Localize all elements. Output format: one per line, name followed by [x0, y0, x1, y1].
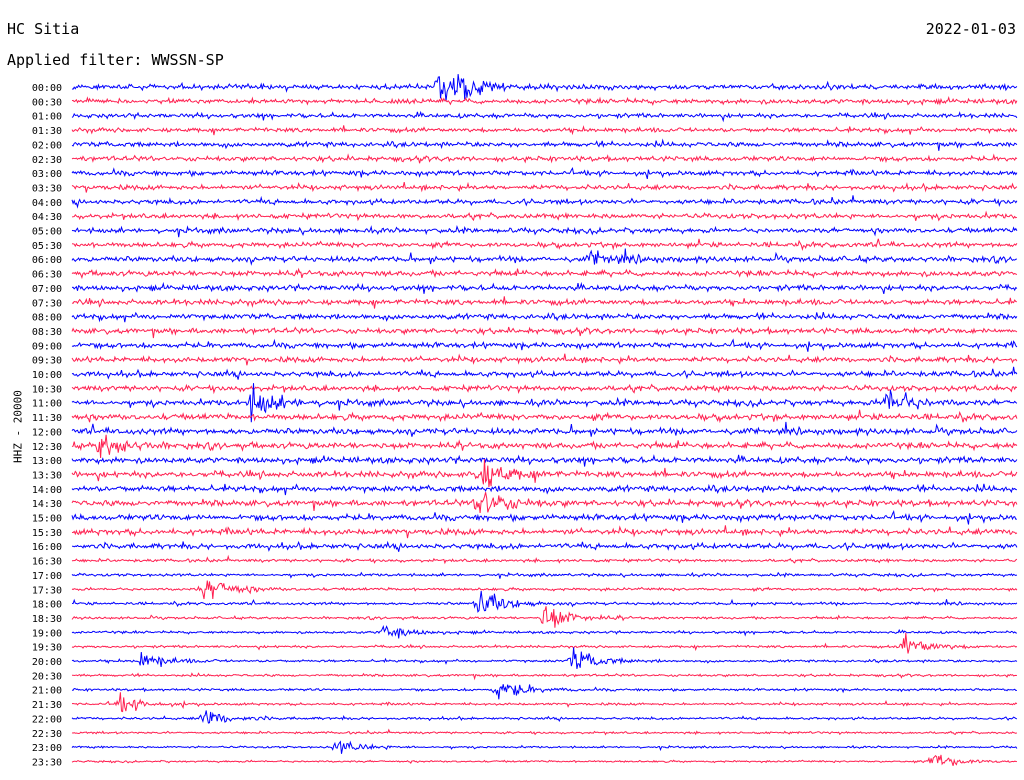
trace-row — [71, 580, 1018, 600]
helicorder-plot: 00:00 00:30 01:00 01:30 02:00 02:30 03:00 03:30… — [32, 74, 1018, 768]
row-time-label: 23:00 — [32, 743, 62, 754]
trace-row — [71, 409, 1018, 424]
row-time-label: 22:00 — [32, 714, 62, 725]
row-time-label: 01:30 — [32, 126, 62, 137]
row-time-label: 08:30 — [32, 327, 62, 338]
trace-row — [71, 647, 1018, 670]
row-time-label: 20:30 — [32, 671, 62, 682]
trace-row — [71, 110, 1018, 123]
row-time-label: 19:00 — [32, 628, 62, 639]
trace-row — [71, 281, 1018, 295]
row-time-label: 04:30 — [32, 212, 62, 223]
trace-row — [71, 684, 1017, 700]
row-time-label: 02:00 — [32, 140, 62, 151]
trace-row — [71, 138, 1018, 151]
trace-row — [71, 238, 1018, 251]
row-time-label: 06:30 — [32, 270, 62, 281]
row-time-label: 13:00 — [32, 456, 62, 467]
row-time-label: 06:00 — [32, 255, 62, 266]
trace-row — [71, 383, 1018, 395]
trace-row — [71, 125, 1018, 136]
row-time-label: 07:00 — [32, 284, 62, 295]
row-time-label: 00:30 — [32, 97, 62, 108]
trace-row — [71, 492, 1018, 514]
trace-row — [71, 421, 1018, 437]
row-time-label: 09:00 — [32, 341, 62, 352]
trace-row — [71, 267, 1018, 280]
row-time-label: 16:00 — [32, 542, 62, 553]
row-time-label: 21:00 — [32, 686, 62, 697]
row-time-label: 02:30 — [32, 155, 62, 166]
row-time-label: 17:00 — [32, 571, 62, 582]
trace-row — [71, 248, 1017, 266]
row-time-label: 13:30 — [32, 470, 62, 481]
trace-row — [71, 672, 1017, 681]
row-time-label: 15:30 — [32, 528, 62, 539]
trace-row — [71, 95, 1018, 107]
trace-row — [71, 458, 1018, 488]
trace-row — [71, 728, 1018, 736]
row-time-label: 00:00 — [32, 83, 62, 94]
row-time-label: 12:30 — [32, 442, 62, 453]
trace-row — [71, 74, 1018, 102]
row-time-label: 01:00 — [32, 112, 62, 123]
trace-row — [71, 483, 1018, 496]
trace-row — [71, 195, 1018, 209]
trace-row — [71, 338, 1018, 352]
trace-row — [71, 591, 1018, 613]
row-time-label: 03:30 — [32, 183, 62, 194]
trace-row — [71, 540, 1018, 552]
row-time-label: 11:30 — [32, 413, 62, 424]
row-time-label: 19:30 — [32, 643, 62, 654]
row-time-label: 08:00 — [32, 313, 62, 324]
trace-row — [71, 225, 1018, 238]
row-time-label: 10:30 — [32, 384, 62, 395]
trace-row — [71, 525, 1018, 539]
row-time-label: 18:00 — [32, 600, 62, 611]
row-time-label: 15:00 — [32, 514, 62, 525]
row-time-label: 22:30 — [32, 729, 62, 740]
trace-row — [71, 434, 1018, 459]
row-time-label: 21:30 — [32, 700, 62, 711]
row-time-label: 17:30 — [32, 585, 62, 596]
trace-row — [71, 166, 1018, 180]
trace-row — [71, 296, 1017, 309]
trace-row — [71, 153, 1018, 164]
trace-row — [71, 181, 1018, 193]
row-time-label: 23:30 — [32, 757, 62, 768]
trace-row — [71, 325, 1018, 339]
trace-row — [71, 210, 1018, 222]
row-time-label: 05:30 — [32, 241, 62, 252]
trace-row — [71, 692, 1018, 713]
row-time-label: 16:30 — [32, 557, 62, 568]
row-time-label: 09:30 — [32, 356, 62, 367]
trace-row — [71, 353, 1018, 366]
row-time-label: 10:00 — [32, 370, 62, 381]
row-time-label: 14:30 — [32, 499, 62, 510]
row-time-label: 12:00 — [32, 427, 62, 438]
trace-row — [71, 754, 1018, 766]
trace-row — [71, 625, 1018, 639]
trace-row — [71, 311, 1018, 323]
row-time-label: 14:00 — [32, 485, 62, 496]
row-time-label: 18:30 — [32, 614, 62, 625]
trace-row — [71, 510, 1017, 525]
trace-row — [71, 606, 1018, 628]
row-time-label: 07:30 — [32, 298, 62, 309]
row-time-label: 03:00 — [32, 169, 62, 180]
row-time-label: 04:00 — [32, 198, 62, 209]
trace-row — [71, 454, 1018, 467]
row-time-label: 11:00 — [32, 399, 62, 410]
trace-row — [71, 710, 1018, 724]
trace-row — [71, 740, 1018, 754]
trace-row — [71, 571, 1018, 579]
trace-row — [71, 632, 1018, 654]
trace-row — [71, 366, 1018, 380]
row-time-label: 05:00 — [32, 227, 62, 238]
trace-row — [71, 554, 1018, 565]
row-time-label: 20:00 — [32, 657, 62, 668]
